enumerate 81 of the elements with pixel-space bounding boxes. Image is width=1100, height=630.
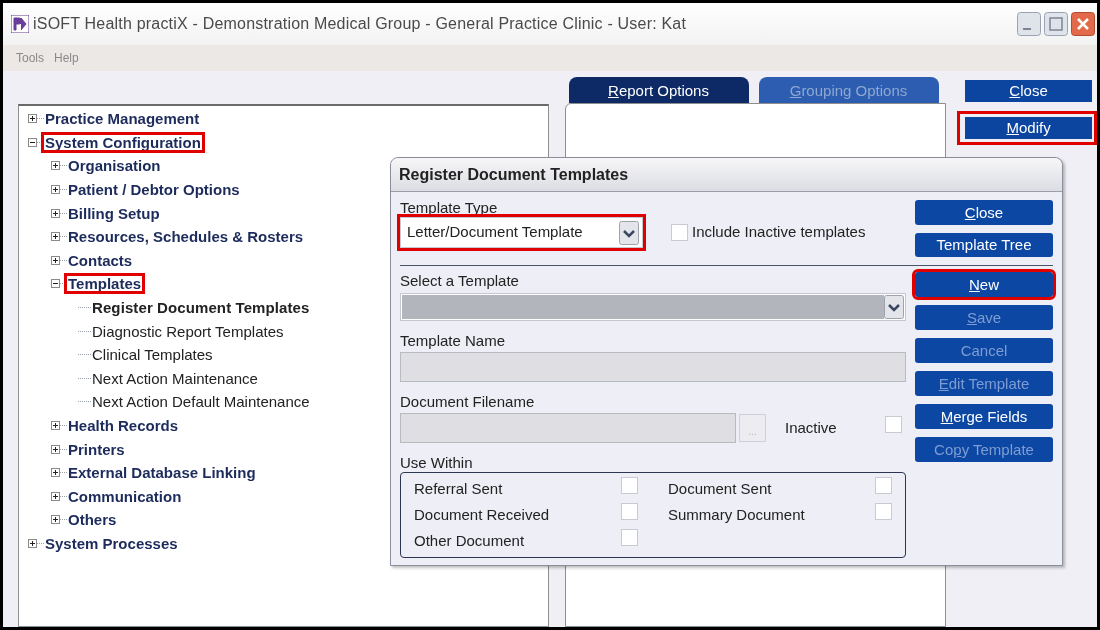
- option-checkbox[interactable]: [621, 529, 638, 546]
- expand-icon[interactable]: [51, 208, 60, 218]
- app-logo-icon: [11, 15, 29, 33]
- option-checkbox[interactable]: [621, 503, 638, 520]
- tree-line: [37, 118, 44, 120]
- minimize-icon[interactable]: [1017, 12, 1041, 36]
- dialog-button[interactable]: Merge Fields: [915, 404, 1053, 429]
- option-checkbox[interactable]: [621, 477, 638, 494]
- tree-item[interactable]: Practice Management: [44, 111, 201, 127]
- tree-item[interactable]: Printers: [67, 441, 126, 457]
- option-label: Other Document: [414, 530, 525, 551]
- option-label: Document Received: [414, 504, 550, 525]
- expand-icon[interactable]: [51, 444, 60, 454]
- tree-item[interactable]: Others: [67, 512, 118, 528]
- expand-icon[interactable]: [51, 161, 60, 171]
- tree-line: [60, 259, 67, 261]
- tree-item[interactable]: Communication: [67, 488, 183, 504]
- tree-item[interactable]: Next Action Default Maintenance: [91, 394, 311, 410]
- option-checkbox[interactable]: [875, 477, 892, 494]
- tab[interactable]: Report Options: [568, 77, 749, 103]
- tree-line: [78, 330, 91, 332]
- tree-line: [60, 236, 67, 238]
- tree-item[interactable]: Resources, Schedules & Rosters: [67, 229, 305, 245]
- option-label: Document Sent: [668, 478, 772, 499]
- tree-line: [37, 543, 44, 544]
- template-type-dropdown[interactable]: Letter/Document Template: [400, 217, 643, 248]
- toolbar-button[interactable]: Modify: [965, 116, 1092, 139]
- tree-line: [60, 212, 67, 214]
- tree-line: [60, 448, 67, 450]
- option-checkbox[interactable]: [875, 503, 892, 520]
- expand-icon[interactable]: [28, 114, 37, 124]
- tree-line: [78, 377, 91, 379]
- tree-item[interactable]: Health Records: [67, 418, 180, 433]
- checkbox-label: Inactive: [785, 417, 837, 438]
- dialog-button[interactable]: Close: [915, 200, 1053, 225]
- tree-item[interactable]: Clinical Templates: [91, 347, 214, 363]
- dialog-button[interactable]: New: [915, 272, 1053, 297]
- close-icon[interactable]: [1071, 12, 1095, 36]
- tree-line: [78, 354, 91, 356]
- tree-line: [60, 425, 67, 426]
- tree-item[interactable]: Organisation: [67, 158, 162, 174]
- template-name-field[interactable]: [400, 352, 906, 382]
- tree-item[interactable]: Next Action Maintenance: [91, 370, 259, 386]
- tree-item[interactable]: Templates: [67, 276, 143, 292]
- expand-icon[interactable]: [51, 491, 60, 501]
- tree-line: [78, 307, 91, 309]
- expand-icon[interactable]: [51, 468, 60, 478]
- tree-item[interactable]: Diagnostic Report Templates: [91, 323, 285, 339]
- tree-line: [60, 472, 67, 474]
- window-title: iSOFT Health practiX - Demonstration Medical Group - General Practice Clinic - User: Kat: [33, 14, 687, 34]
- expand-icon[interactable]: [51, 232, 60, 242]
- option-label: Summary Document: [668, 504, 805, 525]
- collapse-icon[interactable]: [28, 137, 37, 147]
- field-label: Use Within: [400, 455, 474, 470]
- expand-icon[interactable]: [51, 421, 60, 430]
- tree-item[interactable]: External Database Linking: [67, 465, 257, 481]
- tree-item[interactable]: Patient / Debtor Options: [67, 182, 241, 198]
- expand-icon[interactable]: [51, 185, 60, 195]
- tree-item[interactable]: Register Document Templates: [91, 300, 311, 316]
- toolbar-button[interactable]: Close: [965, 79, 1092, 102]
- collapse-icon[interactable]: [51, 279, 60, 289]
- dialog-title: Register Document Templates: [399, 164, 629, 185]
- dialog-button[interactable]: Template Tree: [915, 232, 1053, 257]
- field-label: Template Name: [400, 333, 507, 348]
- expand-icon[interactable]: [51, 515, 60, 525]
- expand-icon[interactable]: [28, 539, 37, 548]
- tree-line: [60, 495, 67, 497]
- option-label: Referral Sent: [414, 478, 503, 499]
- tree-item[interactable]: Contacts: [67, 252, 134, 268]
- filename-field[interactable]: [400, 413, 736, 443]
- tree-line: [60, 189, 67, 191]
- tree-line: [78, 401, 91, 403]
- expand-icon[interactable]: [51, 255, 60, 265]
- checkbox-label: Include Inactive templates: [692, 222, 866, 243]
- field-label: Document Filename: [400, 394, 536, 409]
- field-label: Select a Template: [400, 273, 520, 288]
- tree-item[interactable]: System Configuration: [44, 134, 202, 150]
- tree-line: [60, 165, 67, 167]
- tree-line: [60, 519, 67, 521]
- tree-item[interactable]: System Processes: [44, 536, 179, 551]
- tree-item[interactable]: Billing Setup: [67, 205, 161, 221]
